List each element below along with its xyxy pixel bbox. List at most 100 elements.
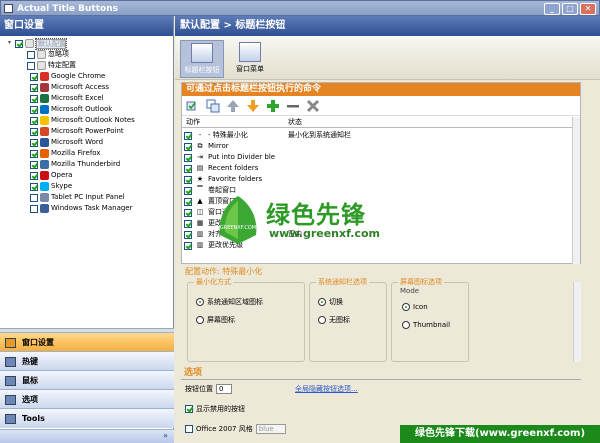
command-checkbox[interactable] [184,219,192,228]
show-disabled-checkbox[interactable] [185,405,193,413]
nav-footer[interactable]: » [0,429,174,443]
tree-item[interactable]: ▾ 默认配置 [6,37,67,50]
tree-item-label: Tablet PC Input Panel [51,193,125,201]
minimize-method-title: 最小化方式 [194,277,233,287]
tree-item-checkbox[interactable] [30,193,38,202]
tree-item-checkbox[interactable] [30,149,38,158]
tree-item[interactable]: Windows Task Manager [30,203,133,214]
nav-item[interactable]: 鼠标 [0,370,174,390]
nav-item[interactable]: Tools [0,408,174,428]
tree-item[interactable]: Microsoft Excel [30,93,104,104]
move-up-icon[interactable] [226,99,240,113]
tree-item-checkbox[interactable] [30,72,38,81]
window-menu-tab[interactable]: 窗口菜单 [228,40,272,78]
tree-item-checkbox[interactable] [30,182,38,191]
title-buttons-tab[interactable]: 标题栏按钮 [180,40,224,78]
tree-item[interactable]: Microsoft Word [30,137,103,148]
tree-item-checkbox[interactable] [30,171,38,180]
tree-item-label: Microsoft Word [51,138,104,146]
command-checkbox[interactable] [184,197,192,206]
tree-item-checkbox[interactable] [27,61,35,70]
tree-item-checkbox[interactable] [30,94,38,103]
tree-item[interactable]: Tablet PC Input Panel [30,192,125,203]
config-scrollbar[interactable] [573,282,581,362]
button-position-spinner[interactable]: 0 [216,384,232,394]
nav-item[interactable]: 窗口设置 [0,332,174,352]
move-down-icon[interactable] [246,99,260,113]
right-pane-header: 默认配置 > 标题栏按钮 [175,16,600,36]
tree-item-checkbox[interactable] [30,105,38,114]
command-checkbox[interactable] [184,164,192,173]
command-row[interactable]: ★ Favorite folders [184,174,564,185]
tree-item-checkbox[interactable] [30,127,38,136]
app-icon [40,171,49,180]
close-button[interactable]: ✕ [580,3,596,15]
tree-item[interactable]: Skype [30,181,72,192]
app-icon [40,160,49,169]
column-status[interactable]: 状态 [288,117,302,128]
view-toolbar: 标题栏按钮 窗口菜单 [175,36,600,80]
copy-icon[interactable] [206,99,220,113]
radio-screen-icon[interactable]: 屏幕图标 [196,315,235,325]
tree-item[interactable]: Microsoft Access [30,82,109,93]
tree-item[interactable]: Opera [30,170,72,181]
tree-item[interactable]: Microsoft Outlook [30,104,112,115]
command-checkbox[interactable] [184,230,192,239]
add-icon[interactable] [266,99,280,113]
tree-item-checkbox[interactable] [27,50,35,59]
radio-no-icon[interactable]: 无图标 [318,315,350,325]
nav-item-icon [5,395,16,405]
command-checkbox[interactable] [184,208,192,217]
tree-expander-icon[interactable]: ▾ [6,40,13,47]
tree-item-checkbox[interactable] [30,160,38,169]
command-row[interactable]: ⧉ Mirror [184,141,564,152]
tree-item[interactable]: Google Chrome [30,71,105,82]
window-menu-label: 窗口菜单 [236,65,264,73]
tree-item-checkbox[interactable] [30,83,38,92]
tree-item[interactable]: 忽略项 [18,49,69,60]
command-row[interactable]: -- 特殊最小化 最小化到系统通知栏 [184,130,564,141]
app-icon [40,182,49,191]
window-controls: _ □ ✕ [544,3,596,15]
delete-icon[interactable] [306,99,320,113]
global-hide-link[interactable]: 全局隐藏按钮选项... [295,384,358,394]
command-checkbox[interactable] [184,186,192,195]
tree-expander-icon[interactable] [18,62,25,69]
tree-item[interactable]: Mozilla Thunderbird [30,159,120,170]
tree-item[interactable]: Microsoft PowerPoint [30,126,124,137]
tree-item-checkbox[interactable] [30,204,38,213]
tree-item[interactable]: Mozilla Firefox [30,148,101,159]
command-checkbox[interactable] [184,131,192,140]
command-row[interactable]: ▤ Recent folders [184,163,564,174]
check-all-icon[interactable] [186,99,200,113]
tree-item[interactable]: Microsoft Outlook Notes [30,115,135,126]
nav-item[interactable]: 热键 [0,351,174,371]
app-icon [4,4,13,13]
commands-scrollbar[interactable] [572,117,580,264]
tree-item[interactable]: 特定配置 [18,60,76,71]
office-style-select[interactable]: blue [255,424,286,434]
radio-thumbnail-mode[interactable]: Thumbnail [402,321,450,329]
maximize-button[interactable]: □ [562,3,578,15]
nav-item[interactable]: 选项 [0,389,174,409]
radio-icon-mode[interactable]: Icon [402,303,428,311]
office-style-checkbox[interactable] [185,425,193,433]
command-checkbox[interactable] [184,142,192,151]
title-buttons-icon [191,43,213,63]
command-row[interactable]: ⇥ Put into Divider ble [184,152,564,163]
radio-toggle[interactable]: 切换 [318,297,343,307]
column-action[interactable]: 动作 [186,117,200,128]
command-checkbox[interactable] [184,175,192,184]
app-icon [40,94,49,103]
nav-more-icon[interactable]: » [163,431,168,440]
minimize-button[interactable]: _ [544,3,560,15]
tree-item-checkbox[interactable] [15,39,23,48]
tree-expander-icon[interactable] [18,51,25,58]
watermark-logo-text: GREENXF.COM [220,225,256,231]
command-checkbox[interactable] [184,153,192,162]
tree-item-checkbox[interactable] [30,138,38,147]
tree-item-checkbox[interactable] [30,116,38,125]
command-checkbox[interactable] [184,241,192,250]
radio-tray-icon[interactable]: 系统通知区域图标 [196,297,263,307]
remove-icon[interactable] [286,99,300,113]
